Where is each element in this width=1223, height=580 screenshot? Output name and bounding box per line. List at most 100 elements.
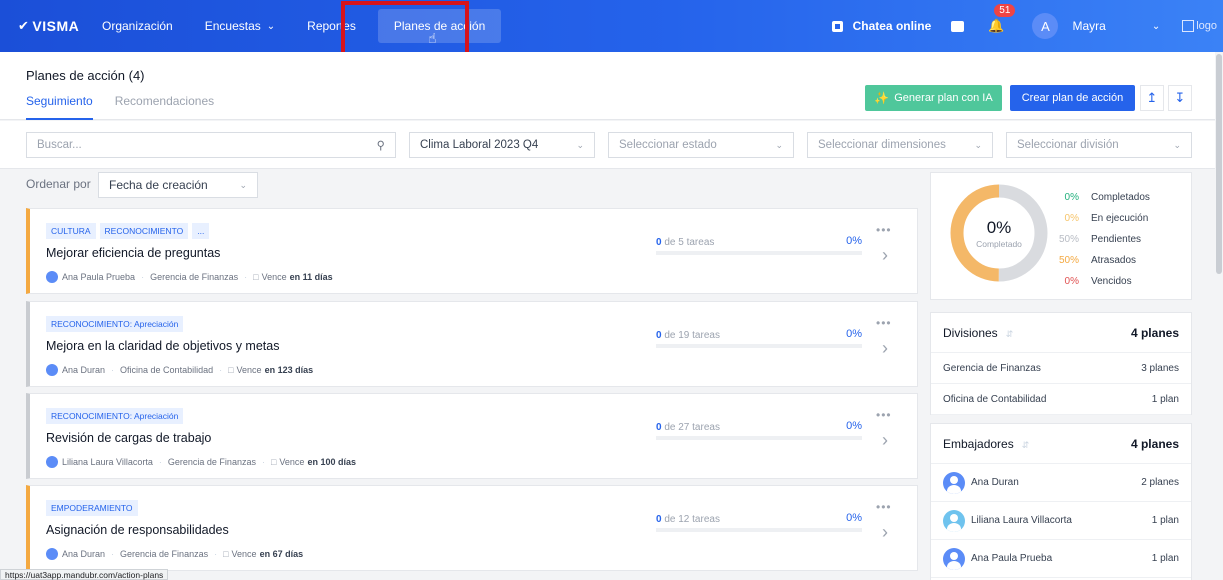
plan-title[interactable]: Mejora en la claridad de objetivos y met… <box>46 339 279 353</box>
legend-label: Vencidos <box>1091 276 1132 287</box>
legend-item: 0% Vencidos <box>1043 271 1150 292</box>
division-name: Gerencia de Finanzas <box>120 549 209 559</box>
tag-list: RECONOCIMIENTO: Apreciación <box>46 408 187 424</box>
plan-card[interactable]: RECONOCIMIENTO: Apreciación Mejora en la … <box>26 301 918 387</box>
division-row[interactable]: Oficina de Contabilidad 1 plan <box>931 384 1191 415</box>
more-options-icon[interactable]: ••• <box>876 408 892 422</box>
nav-item-encuestas[interactable]: Encuestas ⌄ <box>189 9 291 43</box>
task-progress-text: 0 de 5 tareas <box>656 237 714 248</box>
plan-card[interactable]: EMPODERAMIENTO Asignación de responsabili… <box>26 485 918 571</box>
donut-center-label: Completado <box>976 238 1022 249</box>
division-plan-count: 1 plan <box>1151 393 1179 405</box>
division-name: Oficina de Contabilidad <box>943 393 1047 405</box>
separator-dot: · <box>219 365 223 375</box>
tasks-done: 0 <box>656 330 662 341</box>
scrollbar-thumb[interactable] <box>1216 54 1222 274</box>
ambassador-person: Liliana Laura Villacorta <box>943 509 1072 532</box>
separator-dot: · <box>111 549 115 559</box>
division-select[interactable]: Seleccionar división ⌄ <box>1006 132 1192 158</box>
upload-icon[interactable]: ↥ <box>1140 85 1164 111</box>
bell-icon: 🔔 <box>988 18 1005 33</box>
ambassador-person: Ana Paula Prueba <box>943 547 1053 570</box>
brand-name: VISMA <box>32 18 80 34</box>
dimensions-select[interactable]: Seleccionar dimensiones ⌄ <box>807 132 993 158</box>
separator-dot: · <box>111 365 115 375</box>
division-plan-count: 3 planes <box>1141 362 1179 374</box>
divisions-header[interactable]: Divisiones ⇵ 4 planes <box>931 313 1191 353</box>
ambassador-row[interactable]: Liliana Laura Villacorta 1 plan <box>931 502 1191 540</box>
chat-online-button[interactable]: Chatea online <box>831 19 931 33</box>
legend-item: 0% Completados <box>1043 187 1150 208</box>
nav-item-planes-de-accion[interactable]: Planes de acción <box>377 9 502 43</box>
ambassadors-header[interactable]: Embajadores ⇵ 4 planes <box>931 424 1191 464</box>
division-row[interactable]: Gerencia de Finanzas 3 planes <box>931 353 1191 384</box>
donut-center: 0% Completado <box>949 183 1049 283</box>
chevron-right-icon[interactable]: › <box>882 245 888 266</box>
user-name[interactable]: Mayra <box>1072 19 1105 33</box>
tasks-done: 0 <box>656 422 662 433</box>
tab-bar: Seguimiento Recomendaciones <box>26 94 236 120</box>
ambassador-plan-count: 1 plan <box>1151 553 1179 564</box>
ambassador-name: Ana Paula Prueba <box>971 553 1053 564</box>
create-plan-button[interactable]: Crear plan de acción <box>1010 85 1135 111</box>
sort-label: Ordenar por <box>26 177 91 191</box>
plan-title[interactable]: Revisión de cargas de trabajo <box>46 431 211 445</box>
progress-bar <box>656 528 862 532</box>
legend-item: 50% Pendientes <box>1043 229 1150 250</box>
gift-icon[interactable] <box>951 20 965 32</box>
tab-seguimiento[interactable]: Seguimiento <box>26 94 93 120</box>
plan-meta: Liliana Laura Villacorta · Gerencia de Fin… <box>46 456 356 468</box>
progress-bar <box>656 436 862 440</box>
notifications-button[interactable]: 🔔 51 <box>988 4 1016 34</box>
legend-label: Pendientes <box>1091 234 1142 245</box>
separator-dot: · <box>141 272 145 282</box>
sort-icon[interactable]: ⇵ <box>1022 440 1030 450</box>
legend-label: Completados <box>1091 192 1150 203</box>
nav-item-reportes[interactable]: Reportes <box>291 9 372 43</box>
due-prefix: Vence <box>231 549 257 559</box>
owner-name: Ana Duran <box>62 549 106 559</box>
progress-bar <box>656 344 862 348</box>
ambassadors-title: Embajadores <box>943 436 1014 451</box>
divisions-title: Divisiones <box>943 325 998 340</box>
division-name: Gerencia de Finanzas <box>943 362 1041 374</box>
state-select[interactable]: Seleccionar estado ⌄ <box>608 132 794 158</box>
sort-icon[interactable]: ⇵ <box>1006 329 1014 339</box>
plan-card[interactable]: RECONOCIMIENTO: Apreciación Revisión de c… <box>26 393 918 479</box>
download-icon[interactable]: ↧ <box>1168 85 1192 111</box>
ambassador-row[interactable]: Ana Paula Prueba 1 plan <box>931 540 1191 578</box>
ambassador-row[interactable]: Ana Duran 2 planes <box>931 464 1191 502</box>
search-input[interactable]: Buscar... ⚲ <box>26 132 396 158</box>
dimension-tag: RECONOCIMIENTO: Apreciación <box>46 316 184 332</box>
progress-percent: 0% <box>846 328 862 340</box>
nav-item-label: Encuestas <box>204 19 261 33</box>
magic-wand-icon: ✨ <box>874 91 890 105</box>
notification-badge: 51 <box>994 4 1016 17</box>
visma-logo[interactable]: ✔ VISMA <box>18 18 86 34</box>
plan-title[interactable]: Mejorar eficiencia de preguntas <box>46 246 220 260</box>
ambassadors-list: Ana Duran 2 planes Liliana Laura Villacort… <box>931 464 1191 578</box>
user-avatar[interactable]: A <box>1032 13 1059 39</box>
tab-recomendaciones[interactable]: Recomendaciones <box>115 94 214 120</box>
survey-select[interactable]: Clima Laboral 2023 Q4 ⌄ <box>409 132 595 158</box>
sort-select[interactable]: Fecha de creación ⌄ <box>98 172 258 198</box>
more-options-icon[interactable]: ••• <box>876 316 892 330</box>
chevron-right-icon[interactable]: › <box>882 430 888 451</box>
avatar <box>943 471 965 494</box>
plan-card[interactable]: CULTURA RECONOCIMIENTO... Mejorar eficienc… <box>26 208 918 294</box>
tasks-total: de 27 tareas <box>664 422 720 433</box>
generate-ai-plan-button[interactable]: ✨ Generar plan con IA <box>865 85 1002 111</box>
nav-item-organizacion[interactable]: Organización <box>86 9 189 43</box>
more-options-icon[interactable]: ••• <box>876 500 892 514</box>
more-options-icon[interactable]: ••• <box>876 223 892 237</box>
chevron-right-icon[interactable]: › <box>882 522 888 543</box>
owner-avatar <box>46 271 58 283</box>
separator-dot: · <box>261 457 265 467</box>
due-prefix: Vence <box>236 365 262 375</box>
chevron-down-icon[interactable]: ⌄ <box>1152 21 1160 32</box>
legend-label: Atrasados <box>1091 255 1137 266</box>
due-date: en 100 días <box>307 457 356 467</box>
scrollbar[interactable] <box>1215 52 1223 580</box>
chevron-right-icon[interactable]: › <box>882 338 888 359</box>
plan-title[interactable]: Asignación de responsabilidades <box>46 523 229 537</box>
